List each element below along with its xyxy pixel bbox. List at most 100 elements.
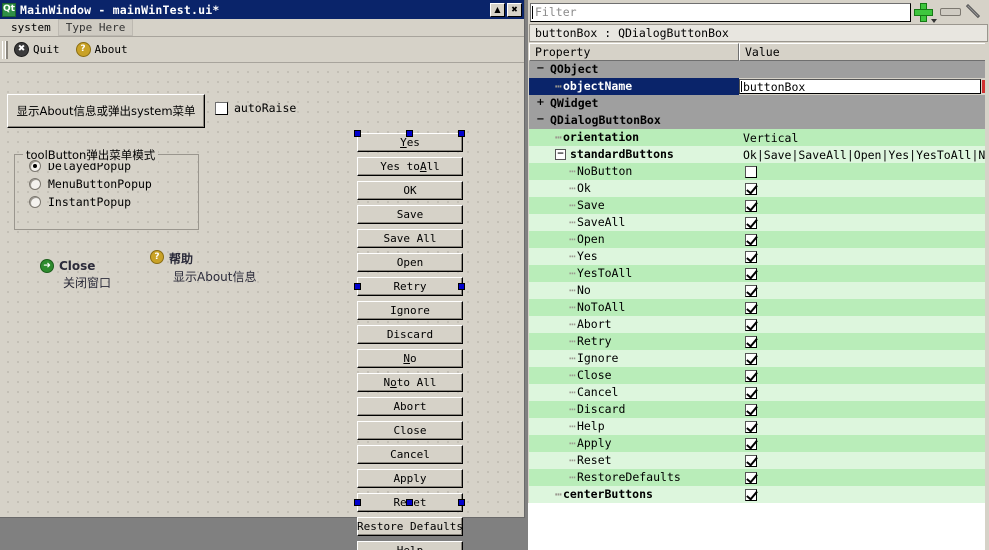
property-value-retry[interactable] (739, 333, 988, 350)
radio-instant-popup[interactable]: InstantPopup (29, 195, 198, 209)
filter-input[interactable]: Filter (530, 2, 911, 22)
property-row-standardbuttons[interactable]: − standardButtons Ok|Save|SaveAll|Open|Yes… (529, 146, 988, 163)
dialog-button-yes-to-all[interactable]: Yes to All (357, 157, 463, 176)
window-titlebar[interactable]: Qt MainWindow - mainWinTest.ui* ▲ ✖ (0, 0, 524, 19)
property-scrollbar[interactable] (985, 43, 989, 550)
dialog-button-save[interactable]: Save (357, 205, 463, 224)
toolbar-action-quit[interactable]: ✖ Quit (14, 42, 60, 57)
property-row-orientation[interactable]: ⋯ orientation Vertical (529, 129, 988, 146)
property-row-discard[interactable]: ⋯ Discard (529, 401, 988, 418)
dialog-button-cancel[interactable]: Cancel (357, 445, 463, 464)
value-checkbox[interactable] (745, 165, 757, 178)
dialog-button-open[interactable]: Open (357, 253, 463, 272)
property-row-no[interactable]: ⋯ No (529, 282, 988, 299)
value-checkbox[interactable] (745, 488, 757, 501)
property-value-cancel[interactable] (739, 384, 988, 401)
dialog-button-discard[interactable]: Discard (357, 325, 463, 344)
property-value-discard[interactable] (739, 401, 988, 418)
property-value-orientation[interactable]: Vertical (739, 129, 988, 146)
auto-raise-checkbox[interactable]: autoRaise (215, 101, 296, 115)
property-row-retry[interactable]: ⋯ Retry (529, 333, 988, 350)
dialog-button-ok[interactable]: OK (357, 181, 463, 200)
property-row-qwidget[interactable]: + QWidget (529, 95, 988, 112)
value-checkbox[interactable] (745, 250, 757, 263)
property-value-saveall[interactable] (739, 214, 988, 231)
property-value-qobject[interactable] (739, 61, 988, 78)
radio-menubutton-popup-dot[interactable] (29, 178, 41, 190)
expander-icon[interactable]: + (535, 98, 546, 109)
auto-raise-checkbox-box[interactable] (215, 101, 228, 115)
property-row-yestoall[interactable]: ⋯ YesToAll (529, 265, 988, 282)
radio-instant-popup-dot[interactable] (29, 196, 41, 208)
configure-button[interactable] (963, 1, 989, 23)
toolbar-drag-handle[interactable] (2, 40, 8, 59)
selection-handle-top-right[interactable] (458, 130, 465, 137)
expander-icon[interactable]: − (535, 64, 546, 75)
property-row-notoall[interactable]: ⋯ NoToAll (529, 299, 988, 316)
maximize-button[interactable]: ▲ (490, 2, 505, 17)
column-header-value[interactable]: Value (739, 43, 988, 61)
property-row-ignore[interactable]: ⋯ Ignore (529, 350, 988, 367)
property-row-nobutton[interactable]: ⋯ NoButton (529, 163, 988, 180)
property-value-objectname[interactable]: buttonBox (739, 78, 988, 95)
property-value-reset[interactable] (739, 452, 988, 469)
property-row-qobject[interactable]: − QObject (529, 61, 988, 78)
value-checkbox[interactable] (745, 386, 757, 399)
property-row-cancel[interactable]: ⋯ Cancel (529, 384, 988, 401)
value-checkbox[interactable] (745, 267, 757, 280)
dialog-button-apply[interactable]: Apply (357, 469, 463, 488)
dialog-button-ignore[interactable]: Ignore (357, 301, 463, 320)
property-value-notoall[interactable] (739, 299, 988, 316)
property-row-qdialogbuttonbox[interactable]: − QDialogButtonBox (529, 112, 988, 129)
property-row-apply[interactable]: ⋯ Apply (529, 435, 988, 452)
value-checkbox[interactable] (745, 369, 757, 382)
radio-delayed-popup-dot[interactable] (29, 160, 41, 172)
property-value-save[interactable] (739, 197, 988, 214)
remove-button[interactable] (937, 1, 963, 23)
property-value-no[interactable] (739, 282, 988, 299)
menu-item-type-here[interactable]: Type Here (57, 19, 134, 36)
property-value-yestoall[interactable] (739, 265, 988, 282)
selection-handle-bottom-right[interactable] (458, 499, 465, 506)
property-value-restoredefaults[interactable] (739, 469, 988, 486)
tool-button[interactable]: 显示About信息或弹出system菜单 (7, 94, 205, 128)
selection-handle-bottom-center[interactable] (406, 499, 413, 506)
property-row-ok[interactable]: ⋯ Ok (529, 180, 988, 197)
property-row-objectname[interactable]: ⋯ objectName buttonBox (529, 78, 988, 95)
dialog-button-close[interactable]: Close (357, 421, 463, 440)
value-checkbox[interactable] (745, 403, 757, 416)
property-value-ok[interactable] (739, 180, 988, 197)
selection-handle-mid-right[interactable] (458, 283, 465, 290)
property-value-open[interactable] (739, 231, 988, 248)
form-canvas[interactable]: 显示About信息或弹出system菜单 autoRaise toolButto… (0, 64, 523, 550)
selection-handle-bottom-left[interactable] (354, 499, 361, 506)
object-name-input[interactable]: buttonBox (739, 79, 981, 94)
property-row-help[interactable]: ⋯ Help (529, 418, 988, 435)
menu-item-system[interactable]: system (4, 20, 58, 35)
property-row-yes[interactable]: ⋯ Yes (529, 248, 988, 265)
expander-icon[interactable]: − (535, 115, 546, 126)
dialog-button-no[interactable]: No (357, 349, 463, 368)
toolbar-action-about[interactable]: ? About (75, 42, 128, 57)
property-value-qdialogbuttonbox[interactable] (739, 112, 988, 129)
property-value-apply[interactable] (739, 435, 988, 452)
radio-menubutton-popup[interactable]: MenuButtonPopup (29, 177, 198, 191)
value-checkbox[interactable] (745, 420, 757, 433)
value-checkbox[interactable] (745, 437, 757, 450)
property-row-abort[interactable]: ⋯ Abort (529, 316, 988, 333)
value-checkbox[interactable] (745, 301, 757, 314)
property-value-help[interactable] (739, 418, 988, 435)
property-value-standardbuttons[interactable]: Ok|Save|SaveAll|Open|Yes|YesToAll|No|NoT… (739, 146, 988, 163)
column-header-property[interactable]: Property (529, 43, 739, 61)
value-checkbox[interactable] (745, 216, 757, 229)
property-value-close[interactable] (739, 367, 988, 384)
value-checkbox[interactable] (745, 199, 757, 212)
value-checkbox[interactable] (745, 182, 757, 195)
value-checkbox[interactable] (745, 284, 757, 297)
value-checkbox[interactable] (745, 471, 757, 484)
property-value-abort[interactable] (739, 316, 988, 333)
property-row-restoredefaults[interactable]: ⋯ RestoreDefaults (529, 469, 988, 486)
property-value-nobutton[interactable] (739, 163, 988, 180)
value-checkbox[interactable] (745, 233, 757, 246)
close-action-item[interactable]: ➜ Close 关闭窗口 (40, 259, 111, 291)
